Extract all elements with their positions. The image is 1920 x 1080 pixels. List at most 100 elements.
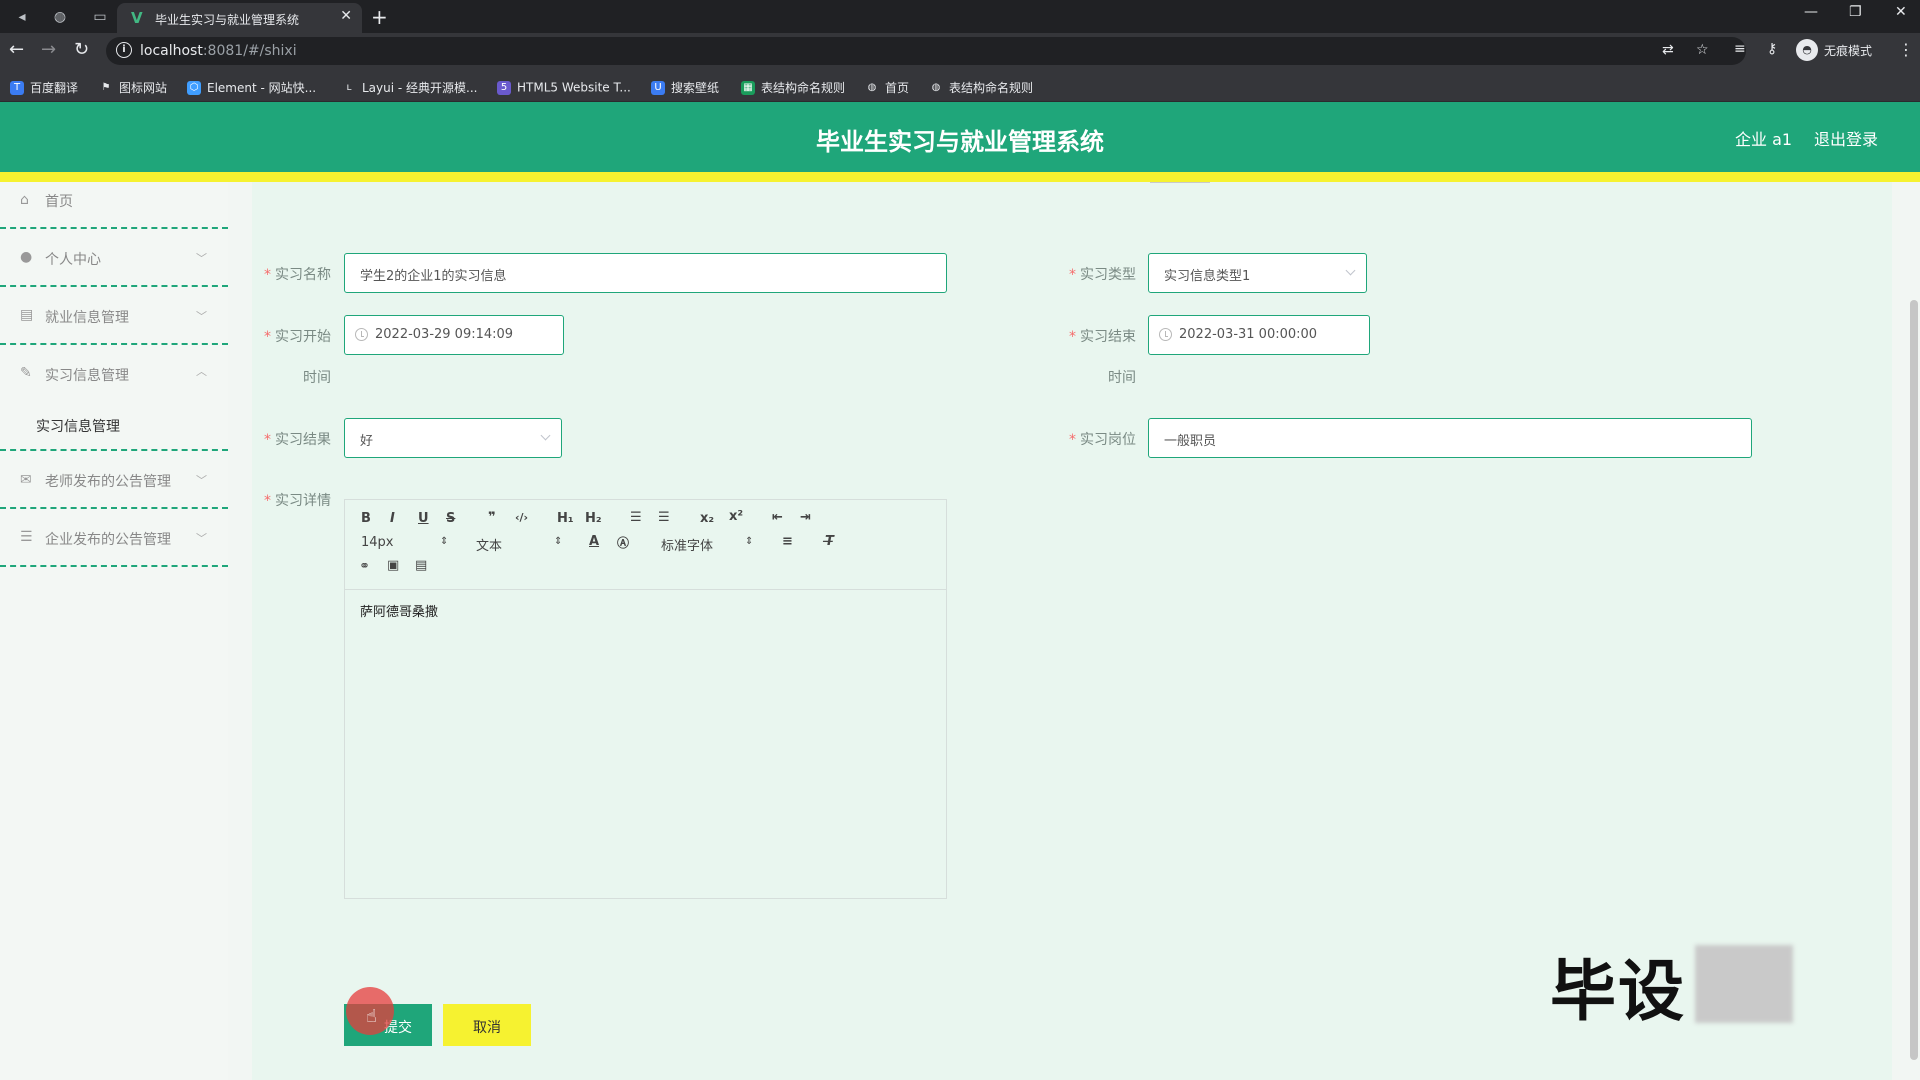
start-time-picker[interactable]: 2022-03-29 09:14:09 xyxy=(344,315,564,355)
bookmark-item[interactable]: ◍ 首页 xyxy=(865,77,909,95)
form-label-result: * 实习结果 xyxy=(264,432,331,448)
bookmark-item[interactable]: T 百度翻译 xyxy=(10,77,78,95)
bookmark-item[interactable]: ⚑ 图标网站 xyxy=(99,77,168,95)
key-icon[interactable]: ⚷ xyxy=(1767,41,1777,57)
close-icon[interactable]: ✕ xyxy=(340,8,352,24)
mail-icon: ✉ xyxy=(20,472,32,488)
indent-increase-icon[interactable]: ⇥ xyxy=(800,510,811,525)
clipboard-icon: ▤ xyxy=(20,307,34,323)
forward-icon[interactable]: → xyxy=(41,40,56,60)
plus-icon[interactable]: + xyxy=(371,5,388,29)
form-label-type: * 实习类型 xyxy=(1069,267,1136,283)
font-size-select[interactable]: 14px xyxy=(361,535,394,550)
logout-link[interactable]: 退出登录 xyxy=(1814,126,1878,150)
translate-icon: T xyxy=(10,80,24,95)
layui-icon: ʟ xyxy=(346,81,352,93)
address-bar[interactable]: i localhost:8081/#/shixi ⇄ ☆ xyxy=(106,37,1746,65)
bullet-list-icon[interactable]: ☰ xyxy=(658,510,670,525)
clock-icon xyxy=(1159,328,1172,341)
video-icon[interactable]: ▤ xyxy=(415,558,427,573)
reload-icon[interactable]: ↻ xyxy=(74,40,89,60)
app-title: 毕业生实习与就业管理系统 xyxy=(816,128,1104,156)
heading2-icon[interactable]: H₂ xyxy=(585,511,602,526)
edit-icon: ✎ xyxy=(20,365,32,381)
incognito-icon: ◓ xyxy=(1796,39,1818,61)
restore-icon[interactable]: ❐ xyxy=(1849,4,1862,20)
close-window-icon[interactable]: ✕ xyxy=(1895,4,1907,20)
clear-format-icon[interactable]: T̶ xyxy=(825,534,834,549)
browser-tab[interactable]: V 毕业生实习与就业管理系统 ✕ xyxy=(117,3,362,33)
info-icon[interactable]: i xyxy=(116,42,132,58)
underline-icon[interactable]: U xyxy=(418,511,429,526)
sidebar-item-teacher-notice[interactable]: ✉ 老师发布的公告管理 ﹀ xyxy=(0,451,228,509)
subscript-icon[interactable]: x₂ xyxy=(700,511,714,526)
bookmark-item[interactable]: 5 HTML5 Website T... xyxy=(497,77,631,95)
reading-list-icon[interactable]: ≡ xyxy=(1734,41,1746,57)
bookmark-item[interactable]: ▦ 表结构命名规则 xyxy=(741,77,845,95)
sidebar-subitem-internship-manage[interactable]: 实习信息管理 xyxy=(36,416,120,436)
internship-name-input[interactable]: 学生2的企业1的实习信息 xyxy=(344,253,947,293)
html5-icon: 5 xyxy=(497,80,511,95)
indent-decrease-icon[interactable]: ⇤ xyxy=(772,510,783,525)
form-label-end-sub: 时间 xyxy=(1108,370,1136,386)
sidebar-item-label: 首页 xyxy=(45,194,73,210)
sidebar-item-company-notice[interactable]: ☰ 企业发布的公告管理 ﹀ xyxy=(0,509,228,567)
rich-text-editor: B I U S ❞ ‹/› H₁ H₂ ☰ ☰ x₂ x² ⇤ ⇥ 14px ⇕… xyxy=(344,499,947,899)
window-icon[interactable]: ▭ xyxy=(90,7,110,27)
wallpaper-icon: U xyxy=(651,80,665,95)
sidebar-item-label: 老师发布的公告管理 xyxy=(45,474,171,490)
superscript-icon[interactable]: x² xyxy=(729,509,743,524)
select-value: 好 xyxy=(360,434,374,449)
form-label-detail: * 实习详情 xyxy=(264,493,331,509)
background-color-icon[interactable]: Ⓐ xyxy=(617,534,629,551)
menu-kebab-icon[interactable]: ⋮ xyxy=(1898,40,1914,59)
form-label-end: * 实习结束 xyxy=(1069,329,1136,345)
url-text[interactable]: localhost:8081/#/shixi xyxy=(140,43,297,59)
align-icon[interactable]: ≡ xyxy=(782,534,793,549)
editor-content[interactable]: 萨阿德哥桑撒 xyxy=(360,601,438,620)
sidebar-item-personal-center[interactable]: ● 个人中心 ﹀ xyxy=(0,229,228,287)
tab-title: 毕业生实习与就业管理系统 xyxy=(155,13,300,27)
input-value: 2022-03-31 00:00:00 xyxy=(1179,327,1318,342)
bold-icon[interactable]: B xyxy=(361,511,371,526)
cancel-label: 取消 xyxy=(473,1019,501,1035)
scrollbar[interactable] xyxy=(1910,300,1918,1060)
hand-cursor-icon: ☝ xyxy=(366,1006,377,1027)
italic-icon[interactable]: I xyxy=(390,511,395,526)
heading1-icon[interactable]: H₁ xyxy=(557,511,574,526)
internship-result-select[interactable]: 好 xyxy=(344,418,562,458)
bookmark-item[interactable]: U 搜索壁纸 xyxy=(651,77,719,95)
chevron-up-icon: ︿ xyxy=(196,365,207,378)
sliders-icon: ☰ xyxy=(20,529,33,545)
select-caret-icon: ⇕ xyxy=(745,536,754,547)
ordered-list-icon[interactable]: ☰ xyxy=(630,510,642,525)
back-icon[interactable]: ← xyxy=(9,40,24,60)
chevron-down-icon xyxy=(540,430,551,441)
end-time-picker[interactable]: 2022-03-31 00:00:00 xyxy=(1148,315,1370,355)
clock-icon xyxy=(355,328,368,341)
blockquote-icon[interactable]: ❞ xyxy=(488,510,496,525)
image-icon[interactable]: ▣ xyxy=(387,558,399,573)
internship-position-input[interactable]: 一般职员 xyxy=(1148,418,1752,458)
font-family-select[interactable]: 标准字体 xyxy=(661,535,713,554)
star-icon[interactable]: ☆ xyxy=(1696,42,1709,58)
internship-type-select[interactable]: 实习信息类型1 xyxy=(1148,253,1367,293)
bookmark-item[interactable]: ◍ 表结构命名规则 xyxy=(929,77,1033,95)
sidebar-item-home[interactable]: ⌂ 首页 xyxy=(0,171,228,229)
code-icon[interactable]: ‹/› xyxy=(515,511,528,524)
text-style-select[interactable]: 文本 xyxy=(476,535,502,554)
input-value: 一般职员 xyxy=(1164,434,1217,449)
bookmark-item[interactable]: ⬡ Element - 网站快... xyxy=(187,77,316,95)
globe-icon[interactable]: ◍ xyxy=(50,7,70,27)
link-icon[interactable]: ⚭ xyxy=(359,559,370,574)
font-color-icon[interactable]: A xyxy=(589,534,599,549)
cancel-button[interactable]: 取消 xyxy=(443,1004,531,1046)
speaker-icon[interactable]: ◂ xyxy=(12,7,32,27)
translate-icon[interactable]: ⇄ xyxy=(1662,42,1674,58)
form-label-position: * 实习岗位 xyxy=(1069,432,1136,448)
sidebar-item-employment[interactable]: ▤ 就业信息管理 ﹀ xyxy=(0,287,228,345)
strikethrough-icon[interactable]: S xyxy=(446,511,455,526)
bookmark-item[interactable]: ʟ Layui - 经典开源模... xyxy=(342,77,477,95)
input-value: 学生2的企业1的实习信息 xyxy=(360,269,507,284)
minimize-icon[interactable]: — xyxy=(1804,4,1818,20)
